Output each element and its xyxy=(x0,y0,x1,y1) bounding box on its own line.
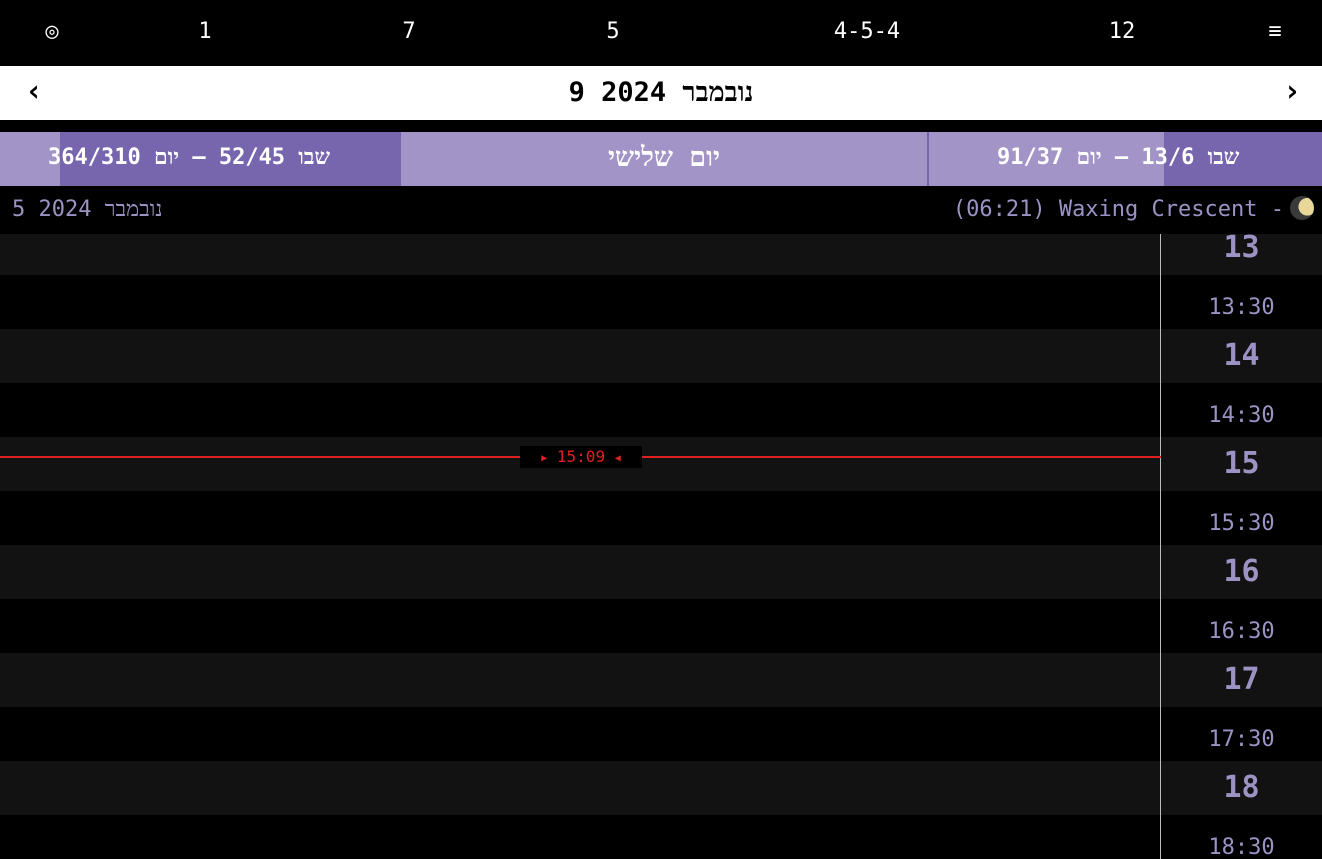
time-slot-row[interactable]: 13 xyxy=(0,234,1322,275)
half-hour-label: 13:30 xyxy=(1208,295,1275,320)
half-hour-label: 16:30 xyxy=(1208,619,1275,644)
view-5-day-button[interactable]: 5 xyxy=(606,0,619,66)
weekday-name: יום שלישי xyxy=(607,142,721,173)
time-slot-row[interactable]: 17 xyxy=(0,653,1322,707)
time-slot-row[interactable]: 15:30 xyxy=(0,491,1322,545)
date-header: ‹ 9 נובמבר 2024 › xyxy=(0,66,1322,120)
view-1-day-button[interactable]: 1 xyxy=(198,0,211,66)
moon-phase-text: (06:21) Waxing Crescent - xyxy=(952,197,1284,222)
info-row: 5 נובמבר 2024 (06:21) Waxing Crescent - xyxy=(0,186,1322,234)
view-12-button[interactable]: 12 xyxy=(1109,0,1136,66)
hour-label: 17 xyxy=(1223,662,1260,697)
moon-phase: (06:21) Waxing Crescent - xyxy=(953,186,1314,234)
hour-label: 14 xyxy=(1223,338,1260,373)
time-slot-row[interactable]: 18 xyxy=(0,761,1322,815)
half-hour-label: 14:30 xyxy=(1208,403,1275,428)
arrow-right-icon: ▶ xyxy=(541,453,548,464)
next-day-button[interactable]: › xyxy=(1270,66,1314,120)
top-toolbar: ◎ 1 7 5 4-5-4 12 ≡ xyxy=(0,0,1322,66)
hour-label: 13 xyxy=(1223,234,1260,265)
view-4-5-4-button[interactable]: 4-5-4 xyxy=(834,0,900,66)
hour-label: 16 xyxy=(1223,554,1260,589)
time-column-divider xyxy=(1160,234,1161,859)
time-slot-row[interactable]: 16:30 xyxy=(0,599,1322,653)
target-icon[interactable]: ◎ xyxy=(45,0,58,66)
view-7-day-button[interactable]: 7 xyxy=(402,0,415,66)
menu-icon[interactable]: ≡ xyxy=(1268,0,1281,66)
week-info-bar: שבו 52/45 — יום 364/310 יום שלישי שבו 13… xyxy=(0,132,1322,186)
quarter-week-day-info: שבו 13/6 — יום 91/37 xyxy=(997,145,1240,170)
time-slot-row[interactable]: 15 xyxy=(0,437,1322,491)
current-time-indicator: ▶ 15:09 ◀ xyxy=(520,446,642,468)
day-timeline[interactable]: 13 13:30 14 14:30 15 15:30 16 16:30 17 1… xyxy=(0,234,1322,859)
current-time-label: 15:09 xyxy=(556,447,606,466)
year-week-day-info: שבו 52/45 — יום 364/310 xyxy=(48,145,331,170)
gregorian-date: 5 נובמבר 2024 xyxy=(12,197,163,222)
time-slot-row[interactable]: 14:30 xyxy=(0,383,1322,437)
time-slot-row[interactable]: 17:30 xyxy=(0,707,1322,761)
date-title[interactable]: 9 נובמבר 2024 xyxy=(0,66,1322,120)
arrow-left-icon: ◀ xyxy=(614,453,621,464)
half-hour-label: 18:30 xyxy=(1208,835,1275,859)
hour-label: 15 xyxy=(1223,446,1260,481)
divider xyxy=(0,120,1322,132)
moon-icon xyxy=(1290,196,1314,220)
time-slot-row[interactable]: 14 xyxy=(0,329,1322,383)
half-hour-label: 15:30 xyxy=(1208,511,1275,536)
divider xyxy=(927,132,929,186)
time-slot-row[interactable]: 16 xyxy=(0,545,1322,599)
hour-label: 18 xyxy=(1223,770,1260,805)
half-hour-label: 17:30 xyxy=(1208,727,1275,752)
time-slot-row[interactable]: 18:30 xyxy=(0,815,1322,859)
time-slot-row[interactable]: 13:30 xyxy=(0,275,1322,329)
